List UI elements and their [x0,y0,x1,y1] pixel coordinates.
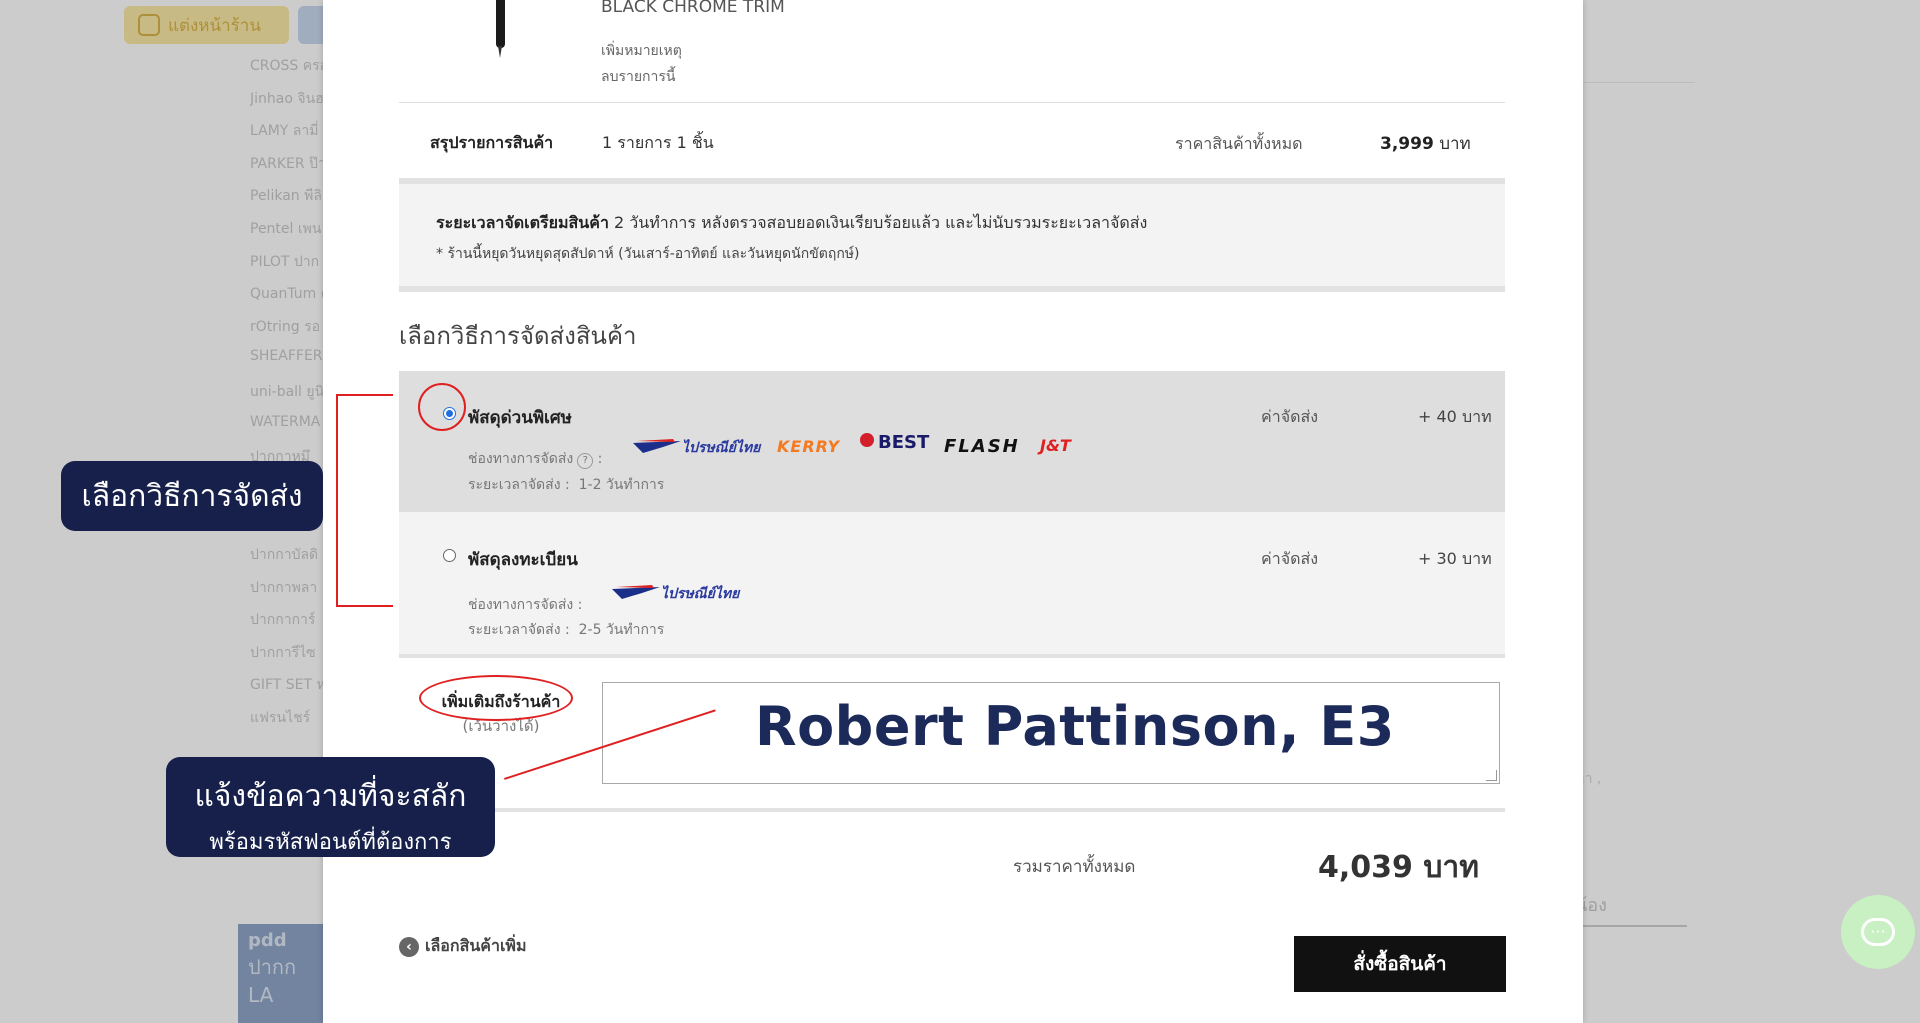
carrier-jt: J&T [1040,436,1071,455]
add-note-link[interactable]: เพิ่มหมายเหตุ [601,40,682,62]
callout-shipping: เลือกวิธีการจัดส่ง [61,461,323,531]
shipping-fee: + 40 บาท [1418,407,1492,426]
continue-shopping-link[interactable]: ‹ เลือกสินค้าเพิ่ม [399,934,527,959]
carrier-thaipost: ไปรษณีย์ไทย [682,440,761,456]
divider [399,102,1505,103]
best-logo-icon [860,433,874,447]
thaipost-logo [612,584,660,599]
callout-engraving-line2: พร้อมรหัสฟอนต์ที่ต้องการ [209,830,452,855]
chevron-left-icon: ‹ [399,936,419,957]
summary-total: 3,999 บาท [1380,130,1471,157]
carrier-flash: FLASH [944,436,1020,457]
help-icon[interactable]: ? [577,453,594,469]
product-image [487,0,513,60]
remove-item-link[interactable]: ลบรายการนี้ [601,66,675,88]
shipping-fee-label: ค่าจัดส่ง [1261,407,1319,426]
shipping-time: ระยะเวลาจัดส่ง : 2-5 วันทำการ [468,622,665,638]
product-name: BLACK CHROME TRIM [601,0,785,17]
prep-time-note: * ร้านนี้หยุดวันหยุดสุดสัปดาห์ (วันเสาร์… [436,246,860,262]
summary-total-label: ราคาสินค้าทั้งหมด [1175,134,1303,153]
carrier-best: BEST [878,432,930,453]
shipping-fee: + 30 บาท [1418,549,1492,568]
callout-engraving: แจ้งข้อความที่จะสลัก พร้อมรหัสฟอนต์ที่ต้… [166,757,495,857]
divider [399,808,1505,812]
callout-engraving-line1: แจ้งข้อความที่จะสลัก [194,779,467,814]
radio-registered[interactable] [443,549,456,562]
shipping-time: ระยะเวลาจัดส่ง : 1-2 วันทำการ [468,477,665,493]
annotation-bracket [336,394,393,607]
chat-button[interactable]: ··· [1841,895,1915,969]
summary-count: 1 รายการ 1 ชิ้น [602,133,714,152]
annotation-ellipse [419,675,573,721]
shipping-option-title: พัสดุลงทะเบียน [468,550,578,570]
prep-time-detail: 2 วันทำการ หลังตรวจสอบยอดเงินเรียบร้อยแล… [608,213,1148,232]
chat-icon: ··· [1861,918,1895,946]
carrier-kerry: KERRY [777,437,841,456]
summary-currency: บาท [1439,134,1471,154]
summary-total-value: 3,999 [1380,134,1434,154]
shipping-fee-label: ค่าจัดส่ง [1261,549,1319,568]
annotation-circle [418,383,466,431]
shipping-heading: เลือกวิธีการจัดส่งสินค้า [399,322,637,350]
shipping-channel-label: ช่องทางการจัดส่ง : [468,597,583,613]
prep-time-label: ระยะเวลาจัดเตรียมสินค้า [436,213,609,232]
grand-total-label: รวมราคาทั้งหมด [1013,857,1136,877]
resize-handle[interactable] [1486,770,1497,781]
continue-shopping-label: เลือกสินค้าเพิ่ม [425,936,527,955]
summary-label: สรุปรายการสินค้า [430,133,554,152]
carrier-thaipost: ไปรษณีย์ไทย [661,586,740,602]
thaipost-logo [633,438,681,453]
shipping-option-title: พัสดุด่วนพิเศษ [468,408,572,428]
place-order-button[interactable]: สั่งซื้อสินค้า [1294,936,1506,992]
prep-time-text: ระยะเวลาจัดเตรียมสินค้า 2 วันทำการ หลังต… [436,211,1147,236]
shipping-channel-label: ช่องทางการจัดส่ง? : [468,451,603,469]
engraving-text: Robert Pattinson, E3 [755,695,1395,758]
grand-total-value: 4,039 บาท [1318,850,1480,885]
